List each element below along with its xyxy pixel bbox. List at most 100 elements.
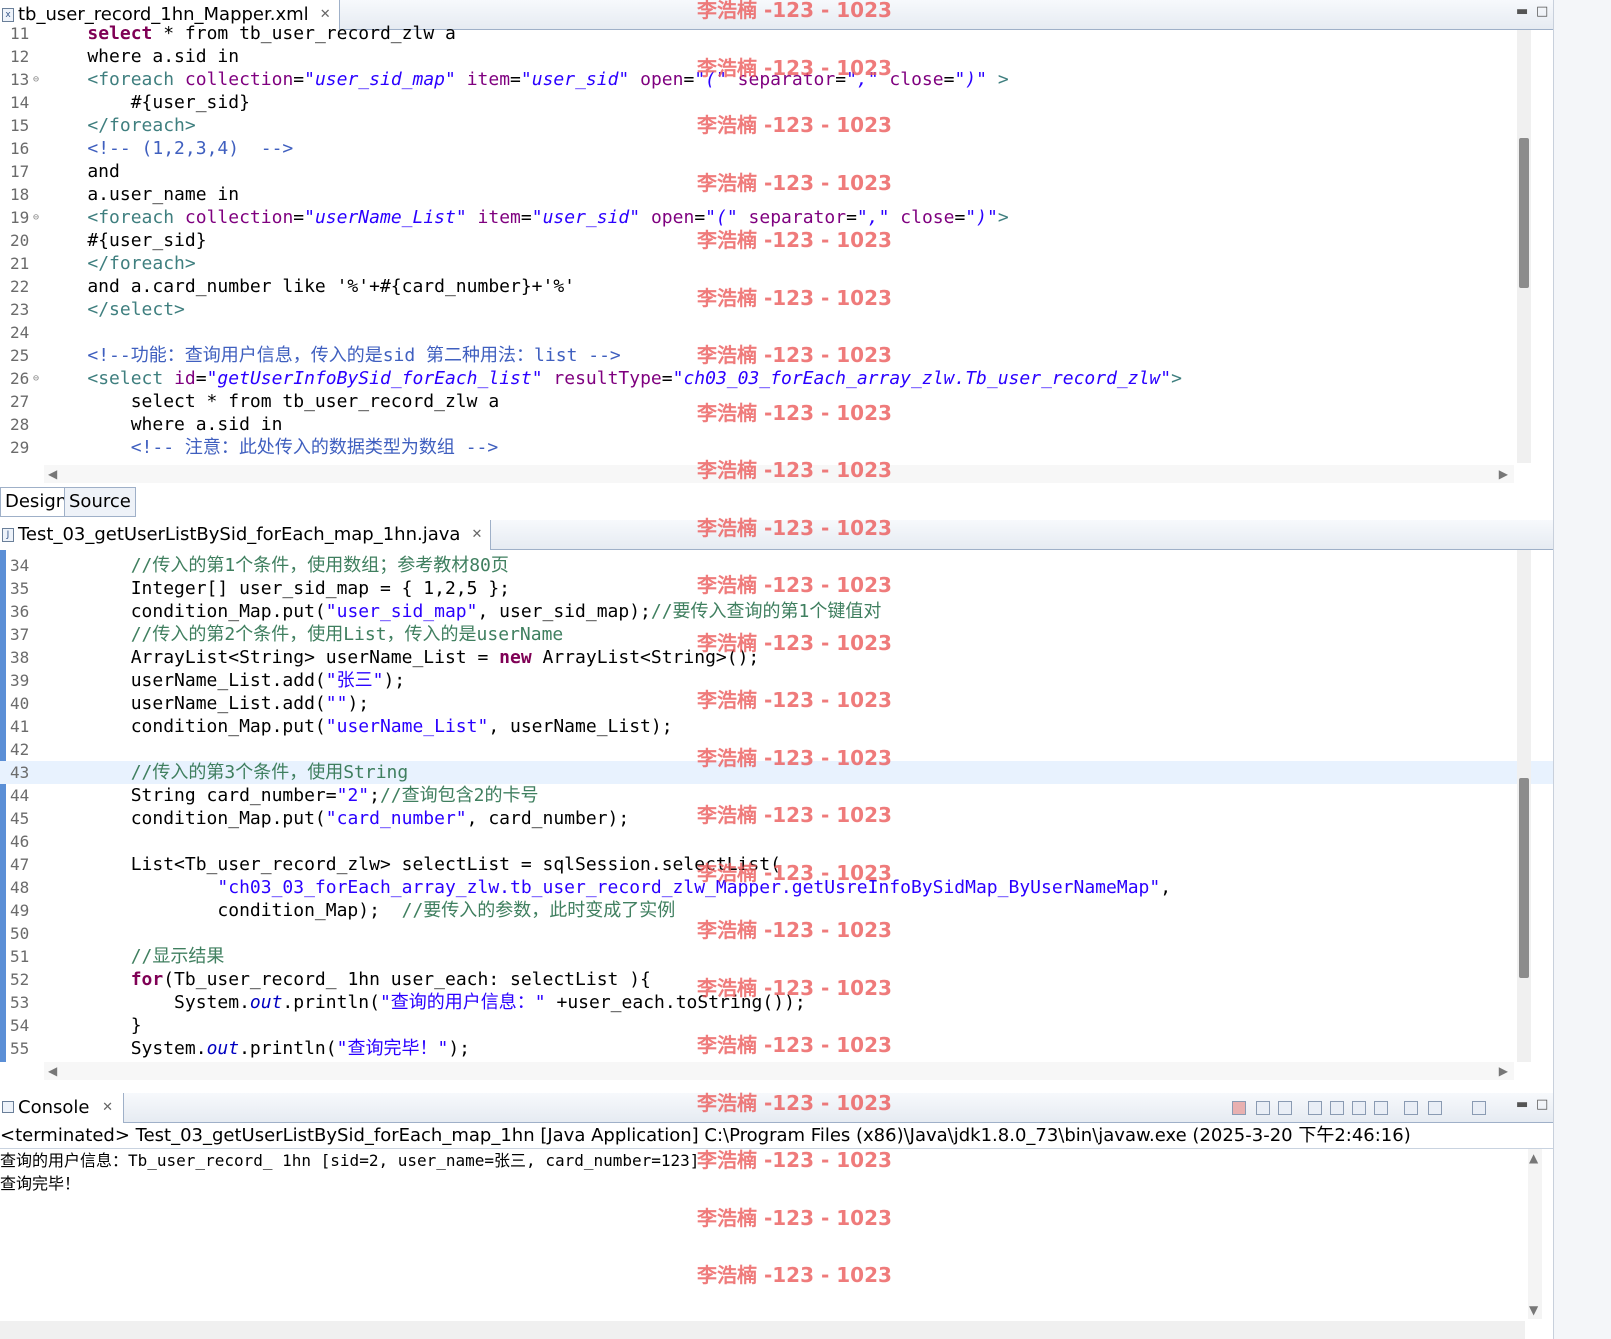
code-line[interactable]: 24 <box>0 321 1560 344</box>
code-line[interactable]: 37 //传入的第2个条件，使用List，传入的是userName <box>0 623 1560 646</box>
console-icon <box>2 1101 14 1113</box>
console-vertical-scrollbar[interactable]: ▲ ▼ <box>1528 1149 1542 1319</box>
code-text: where a.sid in <box>44 414 283 435</box>
line-number: 29 <box>10 438 30 455</box>
xml-horizontal-scrollbar[interactable]: ◀ ▶ <box>44 465 1514 483</box>
code-line[interactable]: 27 select * from tb_user_record_zlw a <box>0 390 1560 413</box>
code-line[interactable]: 21 </foreach> <box>0 252 1560 275</box>
console-output[interactable]: 查询的用户信息：Tb_user_record_ 1hn [sid=2, user… <box>0 1149 1525 1319</box>
code-line[interactable]: 45 condition_Map.put("card_number", card… <box>0 807 1560 830</box>
code-line[interactable]: 47 List<Tb_user_record_zlw> selectList =… <box>0 853 1560 876</box>
line-number: 21 <box>10 254 30 273</box>
java-horizontal-scrollbar[interactable]: ◀ ▶ <box>44 1062 1514 1080</box>
code-line[interactable]: 29 <!-- 注意：此处传入的数据类型为数组 --> <box>0 436 1560 455</box>
pin-console-icon[interactable] <box>1404 1101 1418 1115</box>
code-line[interactable]: 18 a.user_name in <box>0 183 1560 206</box>
code-line[interactable]: 25 <!--功能：查询用户信息，传入的是sid 第二种用法：list --> <box>0 344 1560 367</box>
show-on-output-icon[interactable] <box>1352 1101 1366 1115</box>
scroll-right-icon[interactable]: ▶ <box>1499 467 1508 481</box>
tab-source[interactable]: Source <box>64 487 136 517</box>
scroll-lock-icon[interactable] <box>1330 1101 1344 1115</box>
scroll-right-icon[interactable]: ▶ <box>1499 1064 1508 1078</box>
code-line[interactable]: 22 and a.card_number like '%'+#{card_num… <box>0 275 1560 298</box>
code-line[interactable]: 17 and <box>0 160 1560 183</box>
code-line[interactable]: 42 <box>0 738 1560 761</box>
code-line[interactable]: 16 <!-- (1,2,3,4) --> <box>0 137 1560 160</box>
xml-file-icon: x <box>2 8 14 22</box>
display-console-icon[interactable] <box>1428 1101 1442 1115</box>
minimize-icon[interactable]: ▬ <box>1516 4 1528 19</box>
fold-icon[interactable]: ⊖ <box>33 367 39 390</box>
code-text: <select id="getUserInfoBySid_forEach_lis… <box>87 368 1182 389</box>
right-side-strip <box>1553 0 1611 1339</box>
code-line[interactable]: 23 </select> <box>0 298 1560 321</box>
code-text: select * from tb_user_record_zlw a <box>87 23 456 44</box>
code-line[interactable]: 34 //传入的第1个条件，使用数组；参考教材80页 <box>0 554 1560 577</box>
code-line[interactable]: 41 condition_Map.put("userName_List", us… <box>0 715 1560 738</box>
scroll-up-icon[interactable]: ▲ <box>1529 1151 1538 1165</box>
tab-console[interactable]: Console ✕ <box>0 1093 124 1123</box>
code-line[interactable]: 53 System.out.println("查询的用户信息：" +user_e… <box>0 991 1560 1014</box>
remove-all-icon[interactable] <box>1278 1101 1292 1115</box>
scroll-left-icon[interactable]: ◀ <box>48 467 57 481</box>
code-line[interactable]: 12 where a.sid in <box>0 45 1560 68</box>
code-line[interactable]: 38 ArrayList<String> userName_List = new… <box>0 646 1560 669</box>
code-line[interactable]: 20 #{user_sid} <box>0 229 1560 252</box>
code-text: ArrayList<String> userName_List = new Ar… <box>44 647 760 668</box>
code-line[interactable]: 13 ⊖ <foreach collection="user_sid_map" i… <box>0 68 1560 91</box>
code-line[interactable]: 11 select * from tb_user_record_zlw a <box>0 22 1560 45</box>
code-line[interactable]: 15 </foreach> <box>0 114 1560 137</box>
console-tab-title: Console <box>18 1097 90 1118</box>
line-number: 53 <box>10 993 30 1012</box>
clear-console-icon[interactable] <box>1308 1101 1322 1115</box>
code-line[interactable]: 28 where a.sid in <box>0 413 1560 436</box>
minimize-icon[interactable]: ▬ <box>1516 1097 1528 1112</box>
code-line[interactable]: 43 //传入的第3个条件，使用String <box>0 761 1560 784</box>
fold-icon[interactable]: ⊖ <box>33 206 39 229</box>
code-text: Integer[] user_sid_map = { 1,2,5 }; <box>44 578 510 599</box>
code-line[interactable]: 50 <box>0 922 1560 945</box>
code-line[interactable]: 40 userName_List.add(""); <box>0 692 1560 715</box>
terminate-icon[interactable] <box>1232 1101 1246 1115</box>
code-line[interactable]: 51 //显示结果 <box>0 945 1560 968</box>
line-number: 20 <box>10 231 30 250</box>
code-line[interactable]: 44 String card_number="2";//查询包含2的卡号 <box>0 784 1560 807</box>
line-number: 46 <box>10 832 30 851</box>
fold-icon[interactable]: ⊖ <box>33 68 39 91</box>
scroll-left-icon[interactable]: ◀ <box>48 1064 57 1078</box>
line-number: 37 <box>10 625 30 644</box>
maximize-icon[interactable]: □ <box>1536 4 1548 19</box>
show-on-error-icon[interactable] <box>1374 1101 1388 1115</box>
tab-design[interactable]: Design <box>0 487 73 517</box>
code-line[interactable]: 39 userName_List.add("张三"); <box>0 669 1560 692</box>
code-line[interactable]: 36 condition_Map.put("user_sid_map", use… <box>0 600 1560 623</box>
maximize-icon[interactable]: □ <box>1536 1097 1548 1112</box>
code-line[interactable]: 48 "ch03_03_forEach_array_zlw.tb_user_re… <box>0 876 1560 899</box>
open-console-icon[interactable] <box>1472 1101 1486 1115</box>
line-number: 28 <box>10 415 30 434</box>
java-scroll-thumb[interactable] <box>1519 778 1529 978</box>
code-line[interactable]: 55 System.out.println("查询完毕！"); <box>0 1037 1560 1060</box>
xml-scroll-thumb[interactable] <box>1519 138 1529 288</box>
code-line[interactable]: 14 #{user_sid} <box>0 91 1560 114</box>
line-number: 50 <box>10 924 30 943</box>
java-vertical-scrollbar[interactable] <box>1517 550 1531 1062</box>
console-horizontal-scrollbar[interactable] <box>0 1321 1525 1339</box>
close-icon[interactable]: ✕ <box>472 520 483 550</box>
xml-code-area[interactable]: 11 select * from tb_user_record_zlw a 12 … <box>0 22 1560 455</box>
xml-vertical-scrollbar[interactable] <box>1517 30 1531 463</box>
code-line[interactable]: 54 } <box>0 1014 1560 1037</box>
code-line[interactable]: 26 ⊖ <select id="getUserInfoBySid_forEach… <box>0 367 1560 390</box>
code-line[interactable]: 46 <box>0 830 1560 853</box>
line-number: 22 <box>10 277 30 296</box>
scroll-down-icon[interactable]: ▼ <box>1529 1303 1538 1317</box>
code-text: #{user_sid} <box>44 230 207 251</box>
code-line[interactable]: 49 condition_Map); //要传入的参数，此时变成了实例 <box>0 899 1560 922</box>
code-line[interactable]: 52 for(Tb_user_record_ 1hn user_each: se… <box>0 968 1560 991</box>
close-icon[interactable]: ✕ <box>102 1093 113 1123</box>
code-line[interactable]: 35 Integer[] user_sid_map = { 1,2,5 }; <box>0 577 1560 600</box>
code-line[interactable]: 19 ⊖ <foreach collection="userName_List" … <box>0 206 1560 229</box>
remove-launch-icon[interactable] <box>1256 1101 1270 1115</box>
java-code-area[interactable]: 34 //传入的第1个条件，使用数组；参考教材80页 35 Integer[] u… <box>0 554 1560 1062</box>
tab-java-test[interactable]: J Test_03_getUserListBySid_forEach_map_1… <box>0 520 492 550</box>
